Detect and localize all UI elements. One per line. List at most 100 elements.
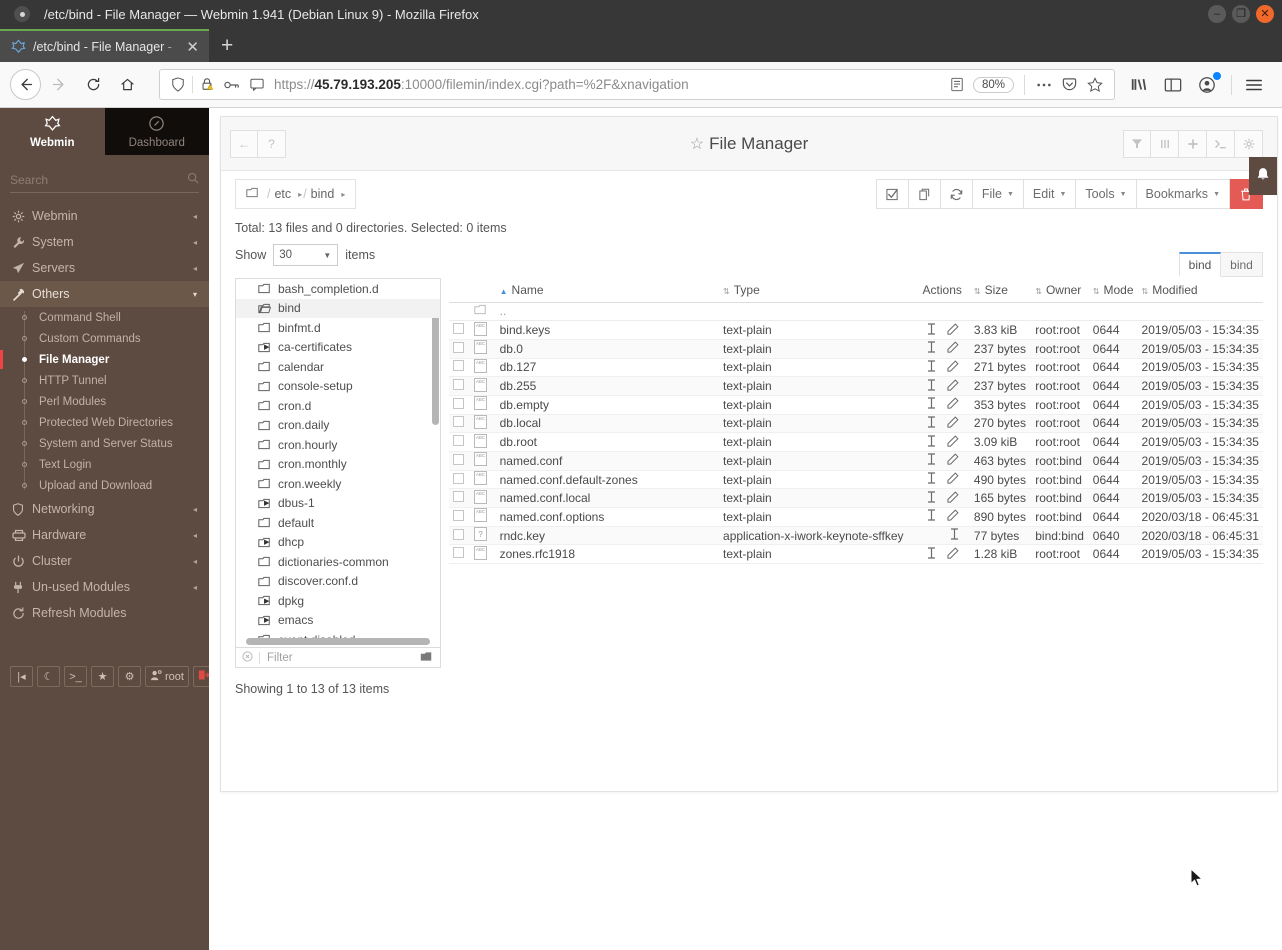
user-button[interactable]: root	[145, 666, 189, 687]
tree-item[interactable]: cron.d	[236, 396, 440, 416]
breadcrumb-caret-icon[interactable]: ▸	[341, 190, 345, 199]
night-mode-button[interactable]: ☾	[37, 666, 60, 687]
window-maximize-button[interactable]: ❐	[1232, 5, 1250, 23]
row-checkbox-cell[interactable]	[449, 358, 470, 378]
row-checkbox-cell[interactable]	[449, 526, 470, 546]
tree-item[interactable]: default	[236, 513, 440, 533]
column-header-owner[interactable]: ⇅ Owner	[1031, 278, 1089, 303]
sidebar-item-http-tunnel[interactable]: HTTP Tunnel	[0, 370, 209, 391]
tree-item[interactable]: event.disabled	[236, 630, 440, 638]
library-icon[interactable]	[1123, 69, 1155, 101]
table-row[interactable]: ABC db.local text-plain 270 bytes root:root 0…	[449, 414, 1263, 434]
edit-file-icon[interactable]	[947, 341, 959, 356]
settings-button[interactable]	[1235, 129, 1263, 158]
sidebar-item-unused-modules[interactable]: Un-used Modules ◂	[0, 574, 209, 600]
tools-menu[interactable]: Tools ▼	[1076, 179, 1137, 209]
file-name-cell[interactable]: bind.keys	[495, 320, 720, 340]
file-name-cell[interactable]: zones.rfc1918	[495, 544, 720, 565]
view-file-icon[interactable]	[927, 491, 936, 506]
file-name-cell[interactable]: named.conf.local	[495, 488, 720, 509]
directory-tree-list[interactable]: bash_completion.d bind binfmt.d ▶ ca-certifi…	[236, 279, 440, 638]
tree-filter-input[interactable]: Filter	[260, 652, 413, 664]
file-name-cell[interactable]: named.conf.options	[495, 507, 720, 527]
tree-item[interactable]: ▶ dhcp	[236, 533, 440, 553]
edit-menu[interactable]: Edit ▼	[1023, 179, 1077, 209]
edit-file-icon[interactable]	[947, 360, 959, 375]
file-name-cell[interactable]: rndc.key	[495, 526, 720, 546]
view-file-icon[interactable]	[927, 472, 936, 487]
row-checkbox-cell[interactable]	[449, 414, 470, 434]
page-actions-ellipsis-icon[interactable]	[1031, 82, 1057, 88]
sidebar-item-servers[interactable]: Servers ◂	[0, 255, 209, 281]
edit-file-icon[interactable]	[947, 416, 959, 431]
column-header-size[interactable]: ⇅ Size	[969, 278, 1032, 303]
home-icon[interactable]	[111, 69, 143, 101]
view-file-icon[interactable]	[927, 360, 936, 375]
url-text[interactable]: https://45.79.193.205:10000/filemin/inde…	[269, 77, 945, 92]
insecure-lock-warning-icon[interactable]	[195, 77, 219, 92]
tree-item[interactable]: ▶ dbus-1	[236, 494, 440, 514]
row-checkbox-cell[interactable]	[449, 376, 470, 396]
edit-file-icon[interactable]	[947, 378, 959, 394]
tree-item[interactable]: cron.hourly	[236, 435, 440, 455]
window-minimize-button[interactable]: –	[1208, 5, 1226, 23]
tree-item[interactable]: binfmt.d	[236, 318, 440, 338]
page-size-select[interactable]: 30 ▼	[273, 244, 339, 266]
sidebar-item-command-shell[interactable]: Command Shell	[0, 307, 209, 328]
tree-item[interactable]: dictionaries-common	[236, 552, 440, 572]
sidebar-item-networking[interactable]: Networking ◂	[0, 496, 209, 522]
console-button[interactable]	[1207, 129, 1235, 158]
row-checkbox[interactable]	[453, 323, 464, 335]
sidebar-item-upload-and-download[interactable]: Upload and Download	[0, 475, 209, 496]
edit-file-icon[interactable]	[947, 453, 959, 468]
back-icon[interactable]	[10, 69, 41, 100]
sidebar-item-text-login[interactable]: Text Login	[0, 454, 209, 475]
tree-item[interactable]: console-setup	[236, 377, 440, 397]
row-checkbox-cell[interactable]	[449, 507, 470, 527]
sidebar-item-webmin[interactable]: Webmin ◂	[0, 203, 209, 229]
folder-filter-icon[interactable]	[413, 651, 440, 665]
table-row[interactable]: ? rndc.key application-x-iwork-keynote-sff…	[449, 526, 1263, 546]
file-name-cell[interactable]: db.0	[495, 339, 720, 359]
table-row[interactable]: ABC named.conf.local text-plain 165 bytes ro…	[449, 488, 1263, 509]
bookmark-star-icon[interactable]	[1082, 76, 1108, 93]
row-checkbox[interactable]	[453, 491, 464, 503]
breadcrumb-segment-bind[interactable]: bind	[311, 187, 335, 201]
edit-file-icon[interactable]	[947, 435, 959, 450]
row-checkbox[interactable]	[453, 547, 464, 559]
app-menu-icon[interactable]	[1238, 69, 1270, 101]
sidebar-item-file-manager[interactable]: File Manager	[0, 349, 209, 370]
view-file-icon[interactable]	[927, 453, 936, 468]
edit-file-icon[interactable]	[947, 472, 959, 487]
browser-tab-close-icon[interactable]: ✕	[182, 38, 203, 56]
tree-item[interactable]: ▶ ca-certificates	[236, 338, 440, 358]
tree-horizontal-scrollbar[interactable]	[246, 638, 430, 645]
table-row[interactable]: ABC db.root text-plain 3.09 kiB root:root 064…	[449, 432, 1263, 452]
new-tab-button[interactable]: +	[209, 29, 245, 62]
file-name-cell[interactable]: db.root	[495, 432, 720, 452]
column-header-type[interactable]: ⇅ Type	[719, 278, 908, 303]
column-header-mode[interactable]: ⇅ Mode	[1088, 278, 1138, 303]
table-row[interactable]: ABC db.empty text-plain 353 bytes root:root 0…	[449, 395, 1263, 415]
file-name-cell[interactable]: named.conf	[495, 451, 720, 471]
permissions-key-icon[interactable]	[219, 79, 245, 91]
view-file-icon[interactable]	[927, 341, 936, 356]
row-checkbox[interactable]	[453, 360, 464, 372]
sidebar-item-custom-commands[interactable]: Custom Commands	[0, 328, 209, 349]
select-all-header[interactable]	[449, 278, 470, 303]
edit-file-icon[interactable]	[947, 397, 959, 412]
table-row[interactable]: ABC db.255 text-plain 237 bytes root:root 064…	[449, 376, 1263, 396]
terminal-button[interactable]: >_	[64, 666, 87, 687]
sidebar-item-refresh-modules[interactable]: Refresh Modules	[0, 600, 209, 626]
row-checkbox[interactable]	[453, 528, 464, 540]
help-button[interactable]: ?	[258, 129, 286, 158]
logout-button[interactable]	[192, 666, 209, 687]
account-icon[interactable]	[1191, 69, 1223, 101]
row-checkbox[interactable]	[453, 472, 464, 484]
row-checkbox-cell[interactable]	[449, 451, 470, 471]
browser-tab-filemanager[interactable]: /etc/bind - File Manager - ✕	[0, 29, 209, 62]
tracking-protection-shield-icon[interactable]	[166, 77, 190, 92]
breadcrumb[interactable]: / etc ▸ / bind ▸	[235, 179, 357, 209]
row-checkbox-cell[interactable]	[449, 544, 470, 565]
row-checkbox[interactable]	[453, 379, 464, 391]
